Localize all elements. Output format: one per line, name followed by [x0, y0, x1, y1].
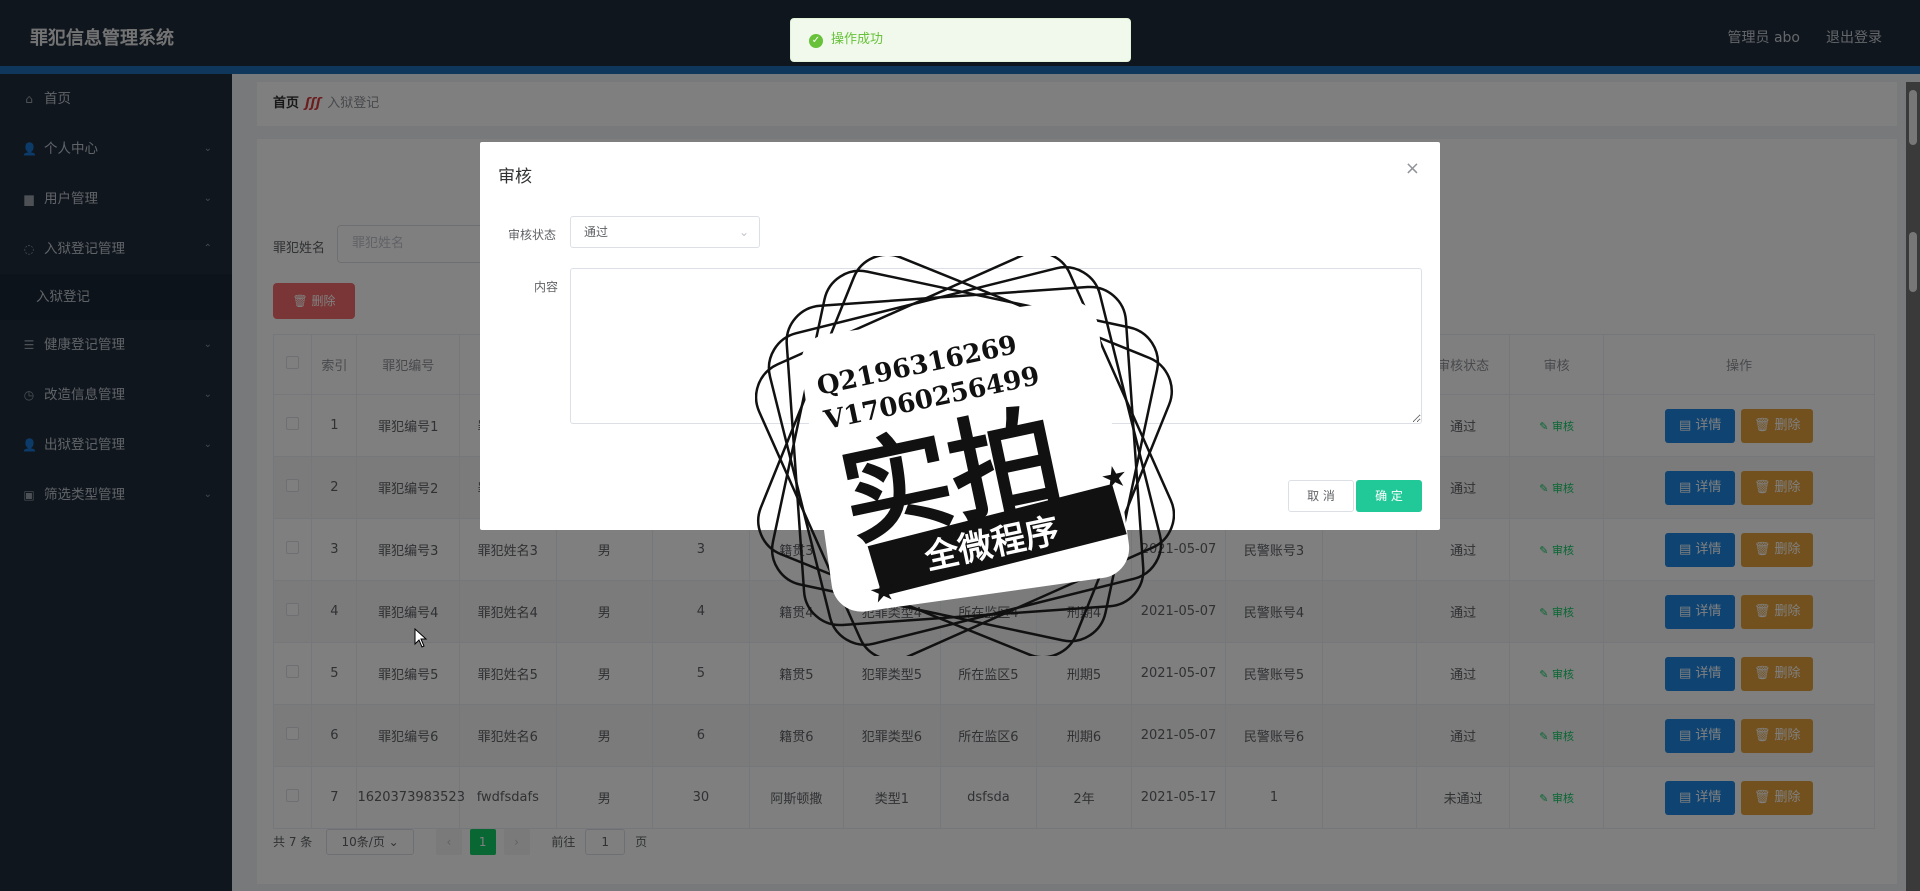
- close-icon[interactable]: ×: [1405, 158, 1420, 179]
- status-select[interactable]: 通过 ⌄: [570, 216, 760, 248]
- page-scrollbar[interactable]: [1906, 82, 1920, 891]
- check-circle-icon: ✓: [809, 34, 823, 48]
- content-label: 内容: [534, 280, 559, 294]
- scrollbar-thumb[interactable]: [1909, 232, 1917, 292]
- star-icon: ★: [1097, 458, 1131, 498]
- cancel-button[interactable]: 取 消: [1288, 480, 1354, 512]
- dialog-title: 审核: [498, 167, 532, 187]
- status-label: 审核状态: [508, 228, 557, 242]
- status-value: 通过: [584, 225, 609, 239]
- success-toast: ✓ 操作成功: [790, 18, 1131, 62]
- mouse-cursor-icon: [414, 628, 428, 648]
- toast-text: 操作成功: [831, 32, 884, 47]
- confirm-button[interactable]: 确 定: [1356, 480, 1422, 512]
- watermark-stamp: Q2196316269 V17060256499 实拍 全微程序 ★ ★: [755, 256, 1175, 656]
- scrollbar-thumb[interactable]: [1909, 90, 1917, 145]
- chevron-down-icon: ⌄: [738, 225, 749, 239]
